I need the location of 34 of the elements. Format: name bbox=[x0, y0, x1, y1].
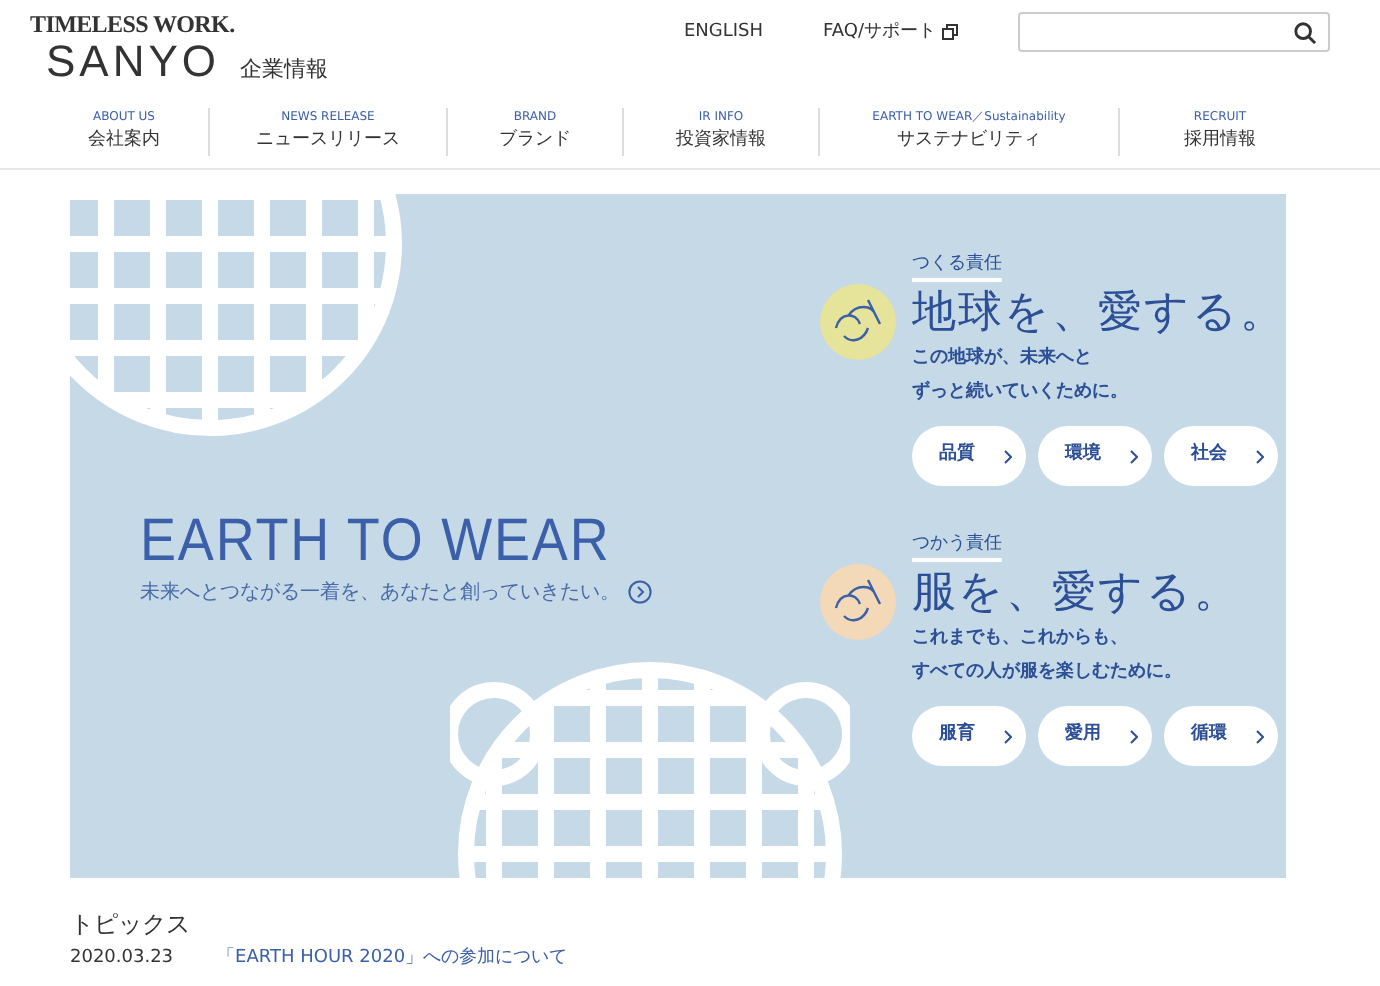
header-link[interactable]: ENGLISH bbox=[683, 16, 764, 48]
chevron-right-icon bbox=[1255, 449, 1263, 463]
topics-title: トピックス bbox=[70, 908, 192, 942]
pill-button[interactable]: 社会 bbox=[1164, 426, 1278, 486]
pill-button[interactable]: 環境 bbox=[1038, 426, 1152, 486]
arrow-circle-icon[interactable] bbox=[628, 580, 652, 604]
chevron-right-icon bbox=[1129, 449, 1137, 463]
pill-button[interactable]: 愛用 bbox=[1038, 706, 1152, 766]
section-text: これまでも、これからも、 bbox=[912, 626, 1130, 652]
chevron-right-icon bbox=[1255, 729, 1263, 743]
brand-tagline: TIMELESS WORK. bbox=[30, 10, 237, 38]
external-link-icon bbox=[942, 24, 958, 40]
brand-logo[interactable]: SANYO bbox=[46, 38, 221, 86]
search-field[interactable] bbox=[1018, 12, 1330, 52]
search-icon bbox=[1294, 21, 1316, 43]
topic-link[interactable]: 「EARTH HOUR 2020」への参加について bbox=[217, 942, 568, 974]
section-text: ずっと続いていくために。 bbox=[912, 378, 1130, 406]
pill-button[interactable]: 服育 bbox=[912, 706, 1026, 766]
pill-button[interactable]: 循環 bbox=[1164, 706, 1278, 766]
chevron-right-icon bbox=[1129, 729, 1137, 743]
section-label: つくる責任 bbox=[912, 250, 1002, 282]
section-label: つかう責任 bbox=[912, 530, 1002, 562]
section-text: この地球が、未来へと bbox=[912, 344, 1094, 372]
section-heading: 服を、愛する。 bbox=[912, 564, 1242, 620]
site-label: 企業情報 bbox=[240, 54, 329, 86]
pill-button[interactable]: 品質 bbox=[912, 426, 1026, 486]
section-heading: 地球を、愛する。 bbox=[912, 284, 1286, 340]
topic-date: 2020.03.23 bbox=[70, 946, 174, 972]
header-link[interactable]: FAQ/サポート bbox=[823, 16, 958, 48]
section-text: すべての人が服を楽しむために。 bbox=[912, 659, 1184, 686]
banner-title: EARTH TO WEAR bbox=[140, 505, 613, 577]
banner-subtitle: 未来へとつながる一着を、あなたと創っていきたい。 bbox=[140, 579, 620, 607]
chevron-right-icon bbox=[1003, 449, 1011, 463]
chevron-right-icon bbox=[1003, 729, 1011, 743]
